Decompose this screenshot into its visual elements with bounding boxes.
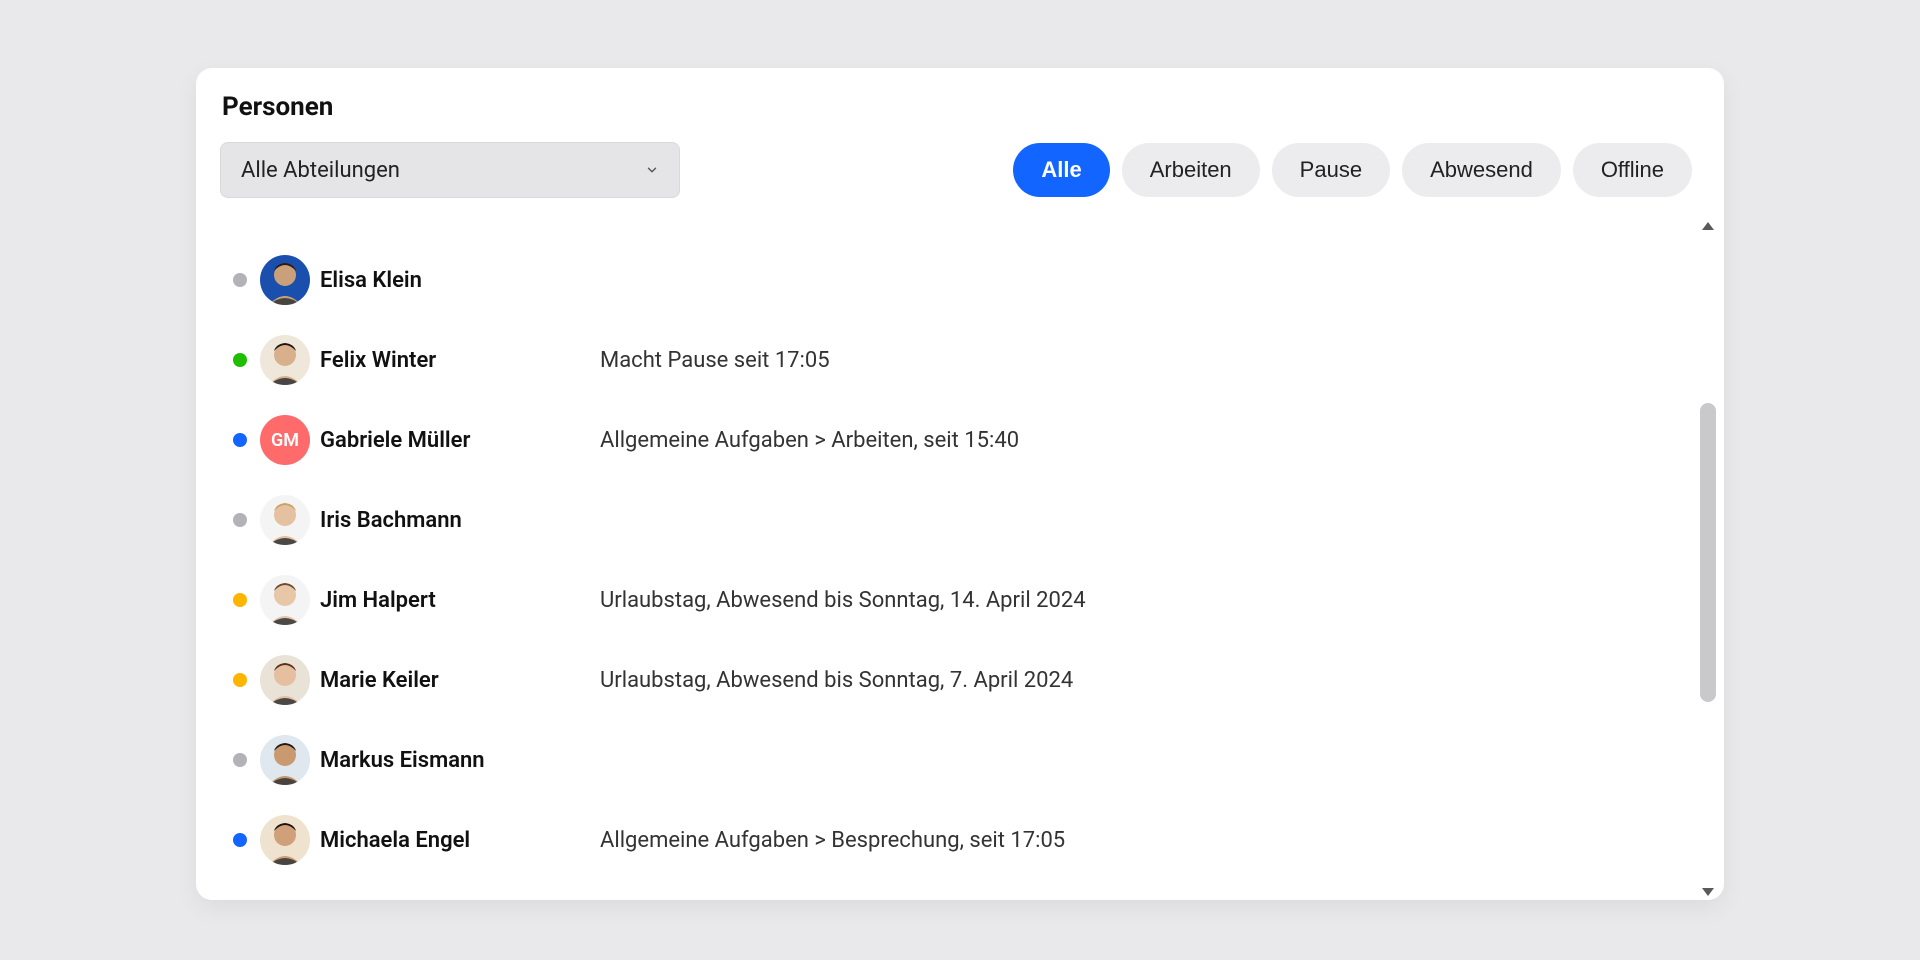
scroll-down-icon[interactable] <box>1702 888 1714 896</box>
status-dot-absent <box>233 593 247 607</box>
filter-chip-label: Pause <box>1300 157 1362 183</box>
status-dot-offline <box>233 273 247 287</box>
person-detail: Urlaubstag, Abwesend bis Sonntag, 7. Apr… <box>600 668 1724 693</box>
avatar <box>260 255 310 305</box>
avatar <box>260 815 310 865</box>
status-dot-cell <box>220 513 260 527</box>
filter-chip-abwesend[interactable]: Abwesend <box>1402 143 1561 197</box>
avatar <box>260 735 310 785</box>
person-name: Markus Eismann <box>320 748 600 773</box>
filter-chip-label: Abwesend <box>1430 157 1533 183</box>
person-row[interactable]: Michaela EngelAllgemeine Aufgaben > Besp… <box>220 800 1724 880</box>
avatar <box>260 655 310 705</box>
avatar-cell <box>260 575 320 625</box>
avatar-cell: GM <box>260 415 320 465</box>
filter-chip-arbeiten[interactable]: Arbeiten <box>1122 143 1260 197</box>
avatar-cell <box>260 735 320 785</box>
avatar <box>260 575 310 625</box>
filter-chip-offline[interactable]: Offline <box>1573 143 1692 197</box>
list-wrapper: Elisa Klein Felix WinterMacht Pause seit … <box>220 218 1724 900</box>
person-row[interactable]: Markus Eismann <box>220 720 1724 800</box>
department-select-value: Alle Abteilungen <box>241 158 400 183</box>
chevron-down-icon <box>645 163 659 177</box>
status-dot-working <box>233 433 247 447</box>
avatar <box>260 335 310 385</box>
person-row[interactable]: Iris Bachmann <box>220 480 1724 560</box>
status-dot-cell <box>220 593 260 607</box>
person-row[interactable]: Elisa Klein <box>220 240 1724 320</box>
filter-chip-label: Arbeiten <box>1150 157 1232 183</box>
status-dot-pause <box>233 353 247 367</box>
avatar-cell <box>260 815 320 865</box>
page-title: Personen <box>222 92 1724 122</box>
scroll-up-icon[interactable] <box>1702 222 1714 230</box>
person-name: Iris Bachmann <box>320 508 600 533</box>
department-select[interactable]: Alle Abteilungen <box>220 142 680 198</box>
person-name: Felix Winter <box>320 348 600 373</box>
person-row[interactable]: GM Gabriele MüllerAllgemeine Aufgaben > A… <box>220 400 1724 480</box>
scrollbar[interactable] <box>1698 222 1718 896</box>
avatar-cell <box>260 335 320 385</box>
status-dot-cell <box>220 833 260 847</box>
person-row[interactable]: Jim HalpertUrlaubstag, Abwesend bis Sonn… <box>220 560 1724 640</box>
person-name: Michaela Engel <box>320 828 600 853</box>
toolbar: Alle Abteilungen Alle Arbeiten Pause Abwese… <box>220 142 1724 198</box>
person-detail: Allgemeine Aufgaben > Besprechung, seit … <box>600 828 1724 853</box>
person-row[interactable]: Felix WinterMacht Pause seit 17:05 <box>220 320 1724 400</box>
person-name: Marie Keiler <box>320 668 600 693</box>
filter-chip-label: Offline <box>1601 157 1664 183</box>
person-name: Elisa Klein <box>320 268 600 293</box>
person-row[interactable]: Marie KeilerUrlaubstag, Abwesend bis Son… <box>220 640 1724 720</box>
status-dot-cell <box>220 753 260 767</box>
people-list: Elisa Klein Felix WinterMacht Pause seit … <box>220 218 1724 900</box>
status-dot-cell <box>220 273 260 287</box>
person-detail: Urlaubstag, Abwesend bis Sonntag, 14. Ap… <box>600 588 1724 613</box>
person-name: Jim Halpert <box>320 588 600 613</box>
avatar <box>260 495 310 545</box>
filter-chip-alle[interactable]: Alle <box>1013 143 1109 197</box>
avatar: GM <box>260 415 310 465</box>
person-detail: Macht Pause seit 17:05 <box>600 348 1724 373</box>
previous-row-cutoff <box>220 218 1724 240</box>
filter-chip-label: Alle <box>1041 157 1081 183</box>
status-dot-cell <box>220 433 260 447</box>
avatar-cell <box>260 255 320 305</box>
status-dot-offline <box>233 753 247 767</box>
status-dot-working <box>233 833 247 847</box>
status-dot-offline <box>233 513 247 527</box>
avatar-cell <box>260 495 320 545</box>
status-filters: Alle Arbeiten Pause Abwesend Offline <box>1013 143 1692 197</box>
status-dot-absent <box>233 673 247 687</box>
people-card: Personen Alle Abteilungen Alle Arbeiten Pa… <box>196 68 1724 900</box>
person-detail: Allgemeine Aufgaben > Arbeiten, seit 15:… <box>600 428 1724 453</box>
person-name: Gabriele Müller <box>320 428 600 453</box>
scroll-thumb[interactable] <box>1700 403 1716 702</box>
scroll-track[interactable] <box>1700 234 1716 884</box>
avatar-cell <box>260 655 320 705</box>
filter-chip-pause[interactable]: Pause <box>1272 143 1390 197</box>
status-dot-cell <box>220 673 260 687</box>
outer-frame: Personen Alle Abteilungen Alle Arbeiten Pa… <box>168 40 1752 928</box>
status-dot-cell <box>220 353 260 367</box>
